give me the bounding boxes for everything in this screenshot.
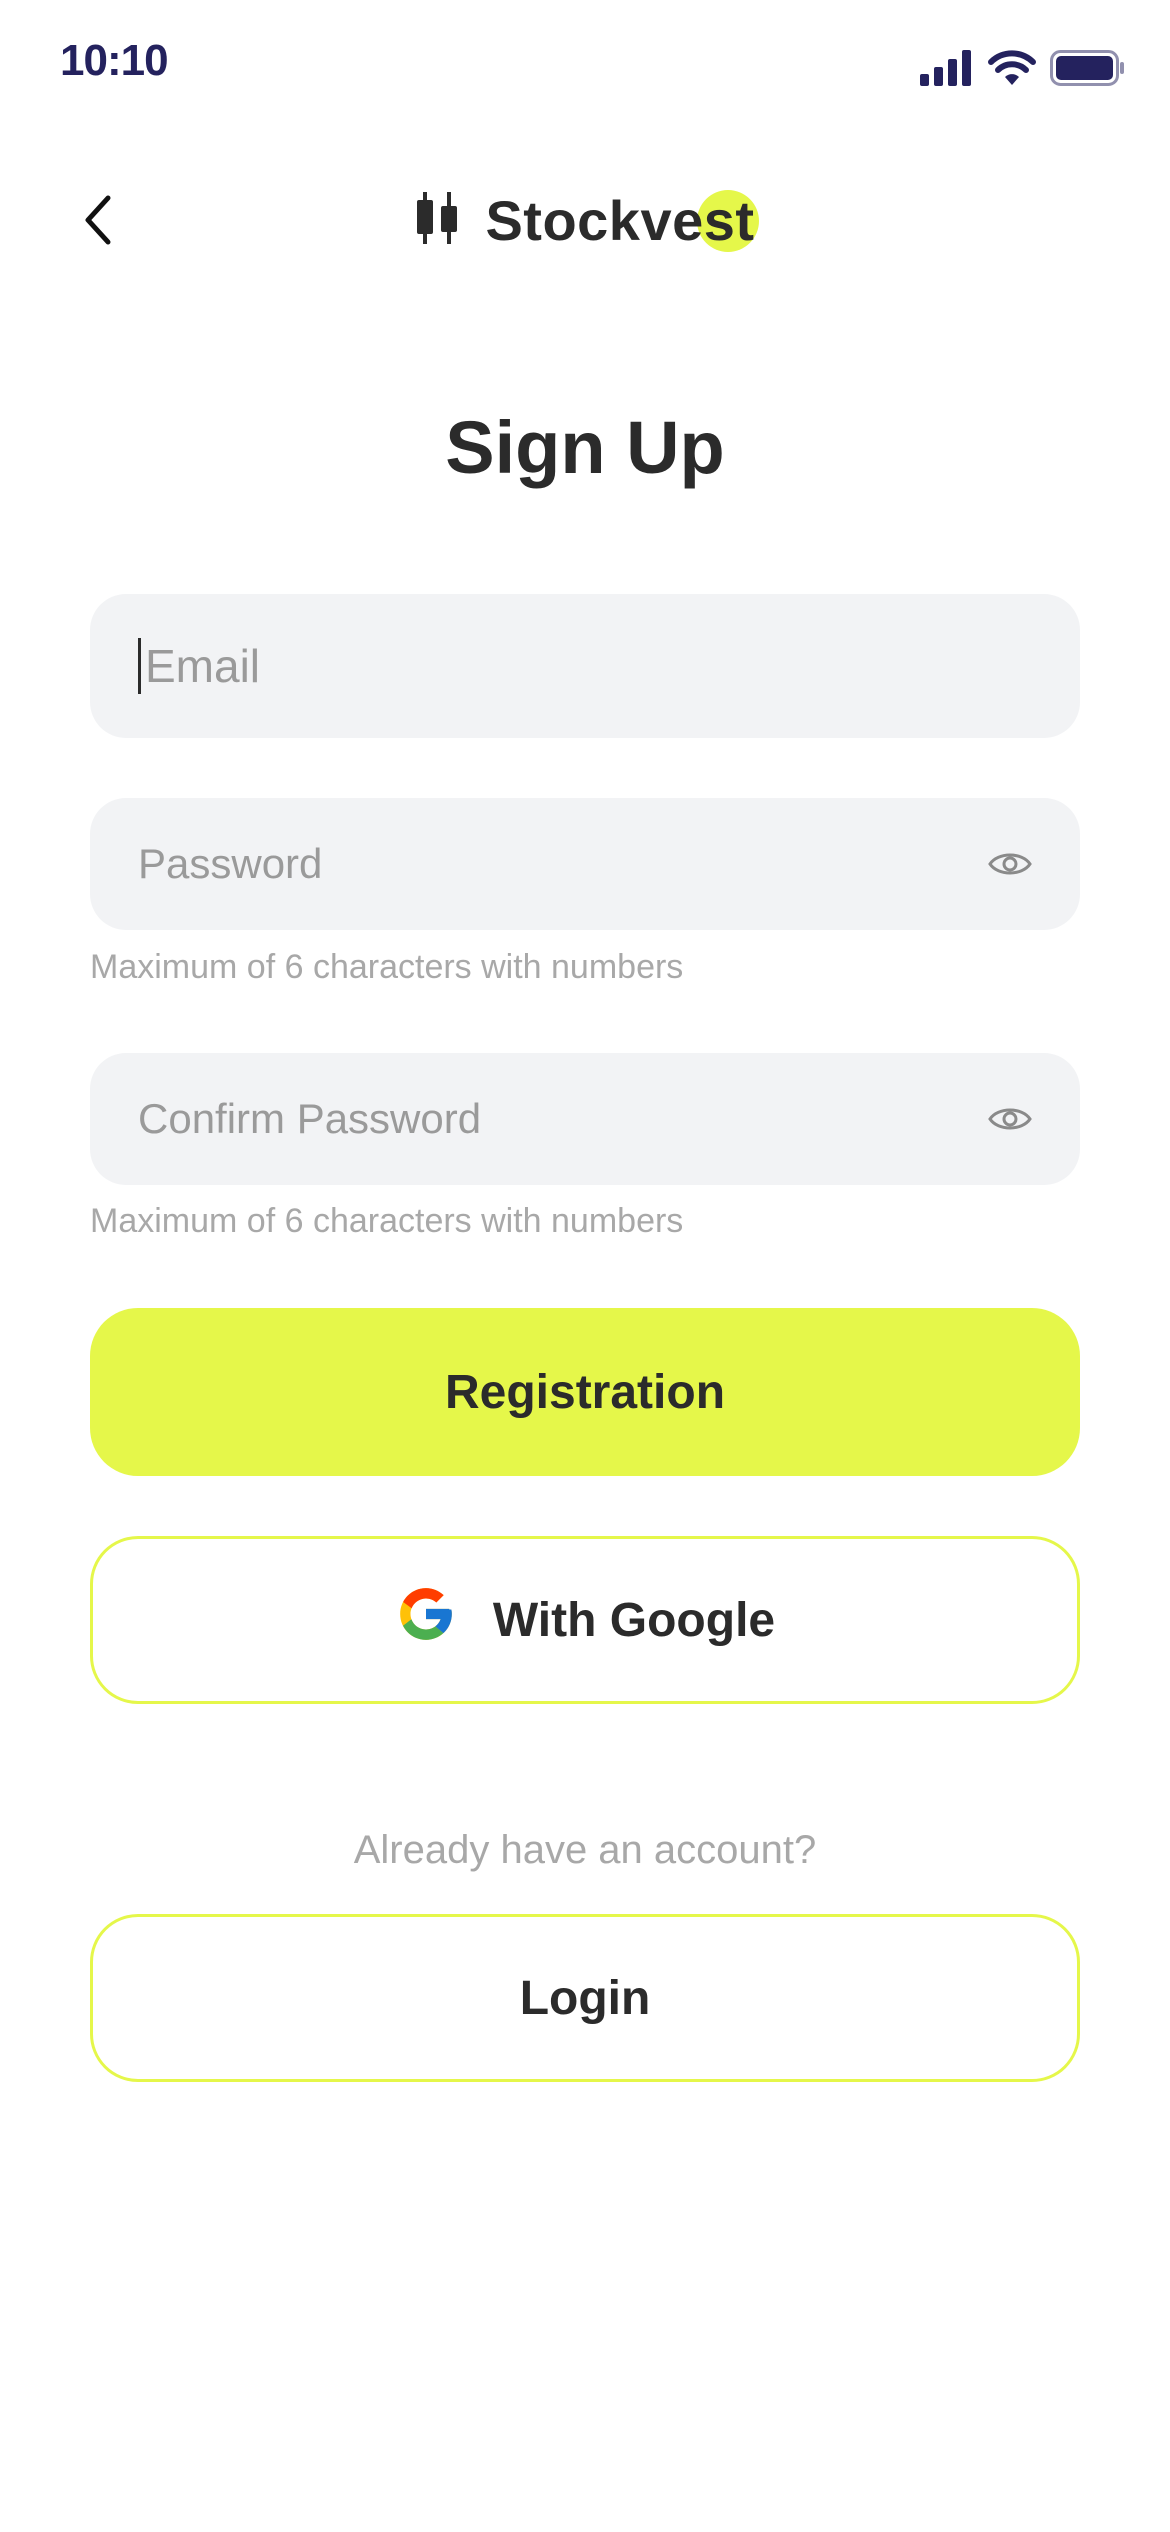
login-button-label: Login bbox=[519, 1971, 651, 2025]
status-icons bbox=[920, 50, 1126, 91]
eye-icon[interactable] bbox=[986, 840, 1034, 888]
google-signin-button[interactable]: With Google bbox=[90, 1536, 1080, 1704]
eye-icon[interactable] bbox=[986, 1095, 1034, 1143]
email-input[interactable] bbox=[145, 639, 985, 693]
brand-name: Stockvest bbox=[485, 188, 759, 253]
password-field[interactable] bbox=[90, 798, 1080, 930]
password-input[interactable] bbox=[138, 840, 978, 888]
page-title: Sign Up bbox=[445, 406, 725, 489]
confirm-password-input[interactable] bbox=[138, 1095, 978, 1143]
login-button[interactable]: Login bbox=[90, 1914, 1080, 2082]
status-bar: 10:10 bbox=[0, 0, 1170, 130]
email-field[interactable] bbox=[90, 594, 1080, 738]
battery-icon bbox=[1050, 50, 1126, 91]
status-time: 10:10 bbox=[60, 36, 169, 85]
cellular-signal-icon bbox=[920, 50, 974, 91]
registration-button-label: Registration bbox=[444, 1365, 726, 1419]
confirm-password-hint: Maximum of 6 characters with numbers bbox=[90, 1202, 684, 1240]
brand-name-text: Stockvest bbox=[485, 189, 755, 252]
google-icon bbox=[395, 1583, 457, 1657]
text-caret bbox=[138, 638, 141, 694]
candlestick-icon bbox=[415, 190, 461, 251]
google-button-label: With Google bbox=[492, 1593, 776, 1647]
already-have-account-text: Already have an account? bbox=[353, 1828, 817, 1872]
password-hint: Maximum of 6 characters with numbers bbox=[90, 948, 684, 986]
wifi-icon bbox=[988, 50, 1036, 91]
header: Stockvest bbox=[0, 170, 1170, 275]
brand-logo: Stockvest bbox=[0, 188, 1170, 253]
registration-button[interactable]: Registration bbox=[90, 1308, 1080, 1476]
confirm-password-field[interactable] bbox=[90, 1053, 1080, 1185]
